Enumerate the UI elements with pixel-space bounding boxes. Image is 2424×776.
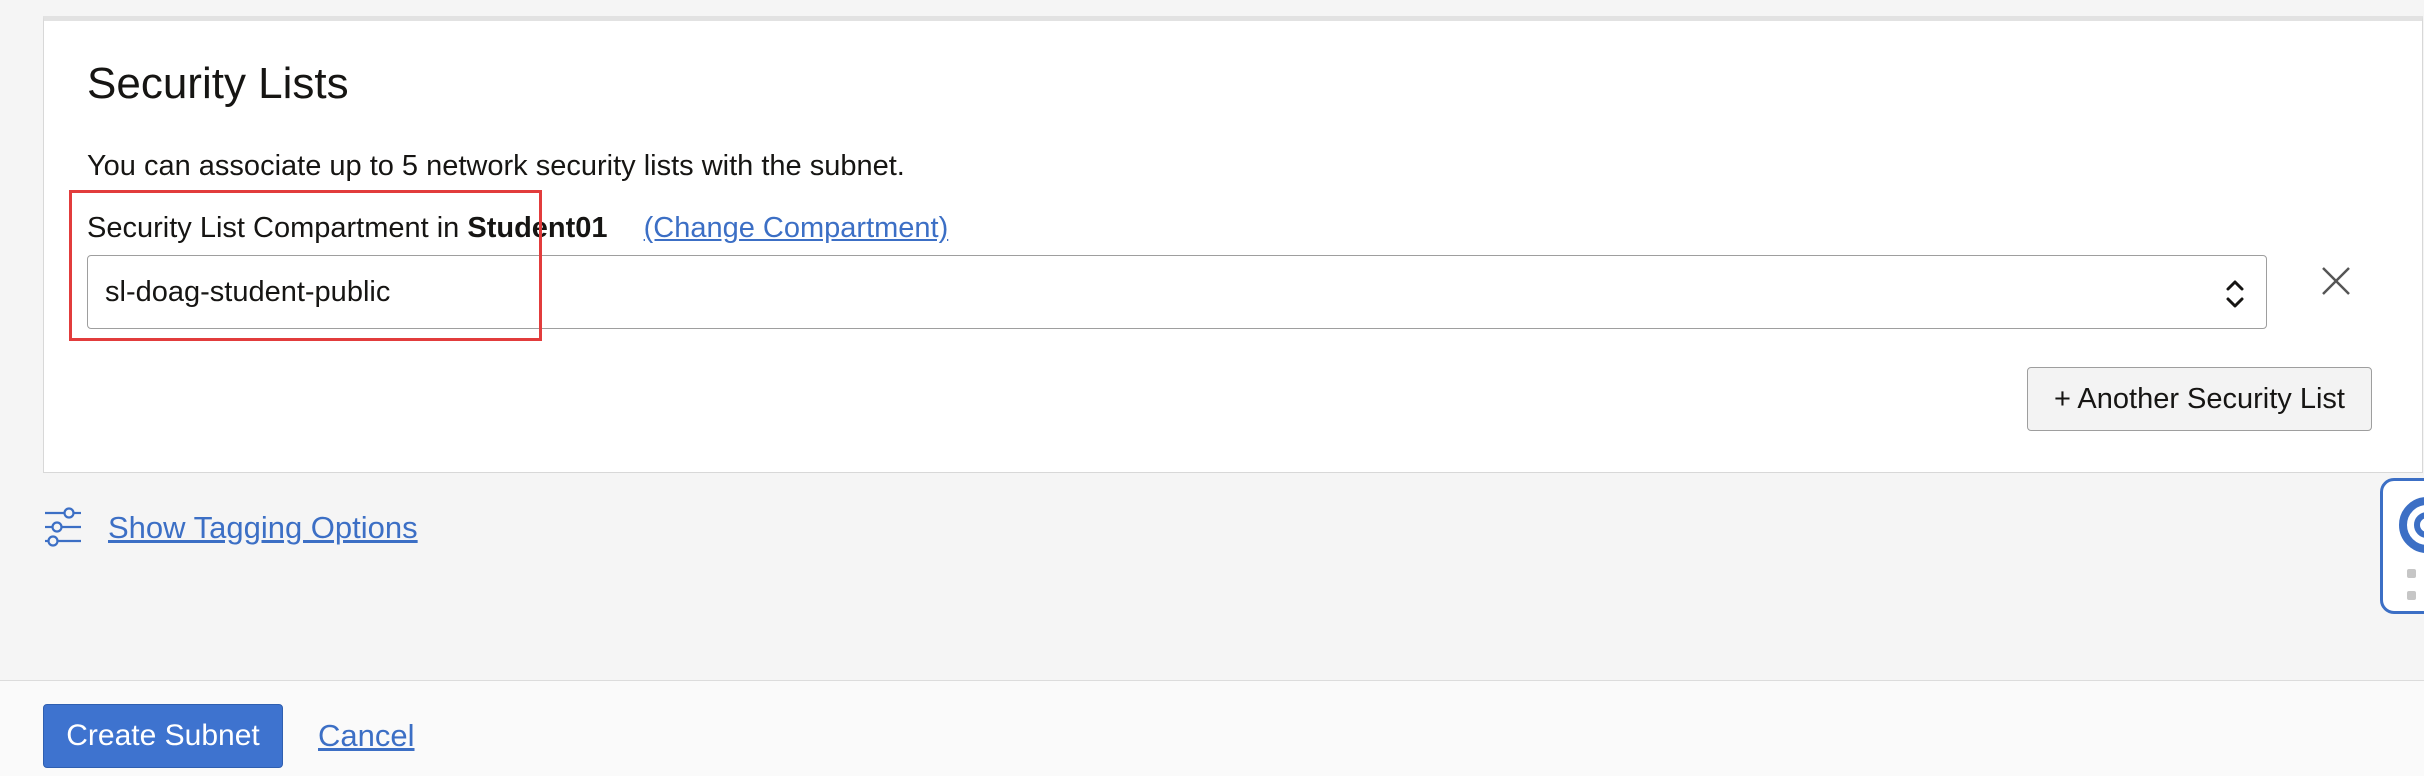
show-tagging-options-link[interactable]: Show Tagging Options [108,510,418,546]
security-list-select[interactable]: sl-doag-student-public [87,255,2267,329]
cancel-link[interactable]: Cancel [318,718,415,754]
help-widget[interactable] [2380,478,2424,614]
top-edge [0,0,2424,16]
compartment-name: Student01 [467,212,608,244]
chevron-up-down-icon [2226,280,2244,308]
security-lists-help-text: You can associate up to 5 network securi… [87,150,905,182]
life-ring-icon [2399,497,2424,553]
security-list-select-value: sl-doag-student-public [105,276,391,308]
compartment-label-row: Security List Compartment in Student01 (… [87,210,948,246]
close-icon[interactable] [2318,263,2354,299]
change-compartment-link[interactable]: (Change Compartment) [644,212,949,244]
add-another-security-list-button[interactable]: + Another Security List [2027,367,2372,431]
create-subnet-button[interactable]: Create Subnet [43,704,283,768]
compartment-label: Security List Compartment in [87,212,460,244]
sliders-icon [45,507,81,547]
section-title: Security Lists [87,59,349,108]
drag-handle[interactable] [2407,569,2424,609]
